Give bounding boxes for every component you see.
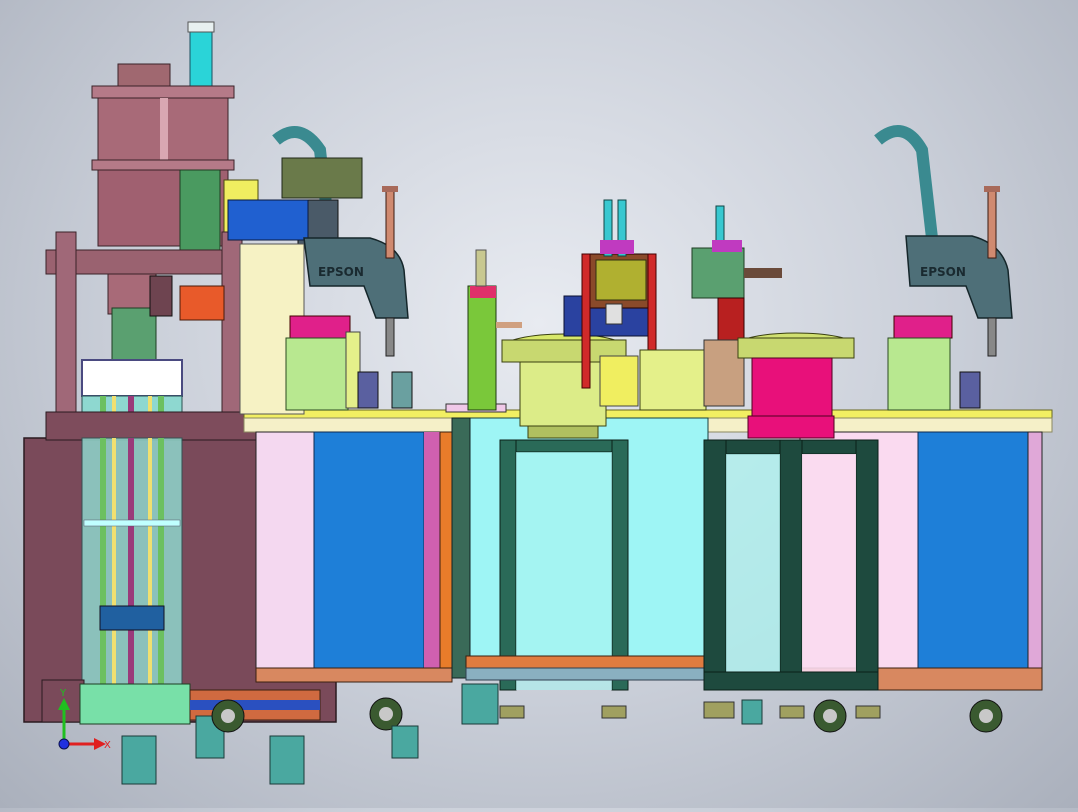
main-table: [243, 403, 1053, 691]
robot-right-brand: EPSON: [920, 265, 966, 279]
center-station: [467, 199, 855, 439]
scara-robot-right: EPSON: [874, 125, 1013, 411]
scara-robot-left: EPSON: [227, 126, 413, 415]
robot-left-brand: EPSON: [318, 265, 364, 279]
machine-assembly-drawing: EPSON EPSON Y X: [23, 21, 1053, 785]
cad-viewport[interactable]: EPSON EPSON Y X: [0, 0, 1078, 808]
axis-x-label: X: [104, 740, 111, 751]
axis-y-label: Y: [59, 688, 67, 699]
aluminum-frame-right: [703, 439, 879, 691]
